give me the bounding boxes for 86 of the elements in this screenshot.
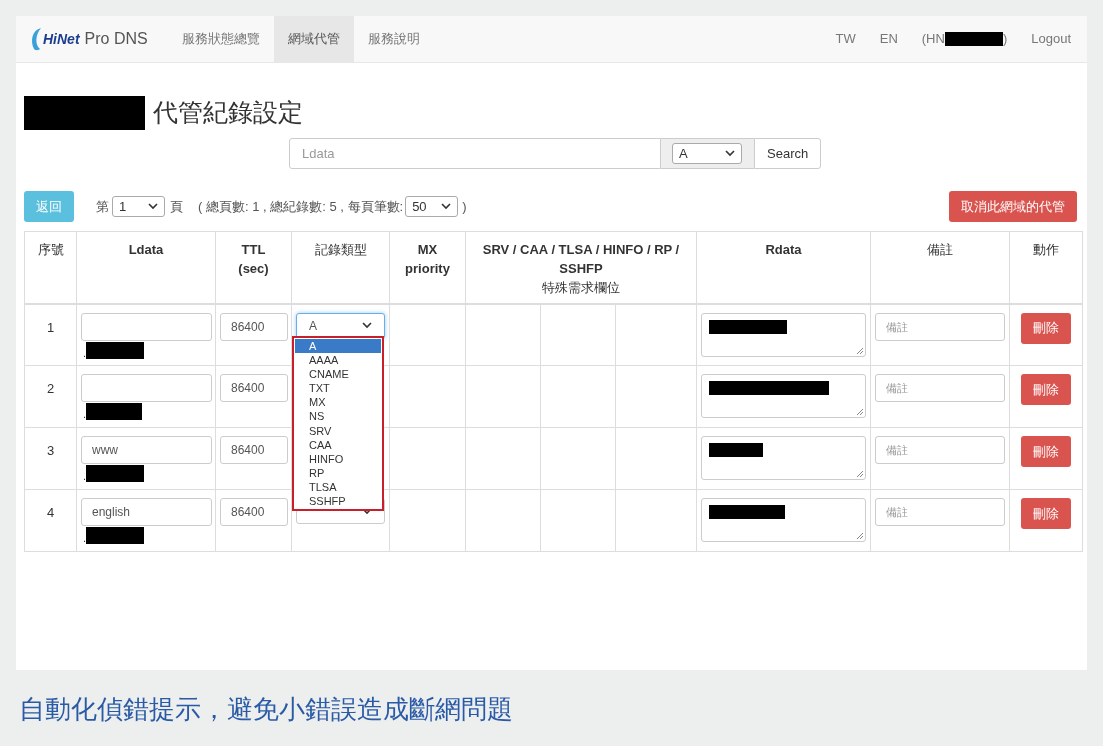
dropdown-option[interactable]: AAAA: [295, 353, 381, 368]
ttl-field[interactable]: 86400: [220, 498, 288, 526]
per-page-select[interactable]: 50: [405, 196, 459, 217]
redaction-bar: [86, 465, 145, 482]
dropdown-option[interactable]: HINFO: [295, 451, 381, 466]
dropdown-option[interactable]: TLSA: [295, 479, 381, 495]
redaction-bar: [86, 341, 145, 359]
redaction-bar: [86, 527, 145, 544]
row-number: 2: [46, 381, 55, 396]
ttl-field[interactable]: 86400: [220, 312, 288, 341]
chevron-down-icon: [441, 203, 452, 210]
note-field[interactable]: 備註: [875, 374, 1005, 402]
domain-dot: .: [83, 532, 87, 544]
row-number: 1: [46, 319, 55, 335]
row-number: 3: [46, 443, 55, 458]
page-label: 第: [96, 197, 109, 216]
column-header: 序號: [24, 231, 77, 304]
delete-button[interactable]: 刪除: [1021, 374, 1071, 405]
delete-button[interactable]: 刪除: [1021, 436, 1071, 467]
row-number: 4: [46, 505, 55, 520]
column-header: Ldata: [76, 231, 216, 304]
note-field[interactable]: 備註: [875, 436, 1005, 464]
subdomain-field[interactable]: [81, 312, 212, 341]
logo-text: HiNet: [43, 29, 80, 49]
column-header: 記錄類型: [291, 231, 390, 304]
dropdown-option[interactable]: CNAME: [295, 367, 381, 382]
cancel-hosting-button[interactable]: 取消此網域的代管: [949, 191, 1077, 222]
subdomain-field[interactable]: www: [81, 436, 212, 464]
summary-end: ): [462, 197, 467, 216]
redaction-bar: [944, 32, 1003, 46]
nav-link[interactable]: 服務說明: [353, 16, 434, 62]
column-header: MX priority: [389, 231, 466, 304]
resize-handle-icon: [856, 470, 863, 477]
caption: 自動化偵錯提示，避免小錯誤造成斷網問題: [18, 693, 514, 726]
rdata-textarea[interactable]: [701, 498, 866, 542]
ttl-field[interactable]: 86400: [220, 374, 288, 402]
resize-handle-icon: [856, 408, 863, 415]
search-button[interactable]: Search: [754, 138, 822, 169]
resize-handle-icon: [856, 532, 863, 539]
domain-dot: .: [83, 470, 87, 482]
dropdown-option[interactable]: RP: [295, 465, 381, 480]
subdomain-field[interactable]: english: [81, 498, 212, 526]
rdata-textarea[interactable]: [701, 436, 866, 480]
note-field[interactable]: 備註: [875, 312, 1005, 341]
logout-link[interactable]: Logout: [1019, 29, 1083, 49]
page-title: 代管紀錄設定: [153, 97, 303, 129]
dropdown-option[interactable]: A: [295, 339, 381, 354]
chevron-down-icon: [362, 322, 372, 329]
dropdown-option[interactable]: SRV: [295, 423, 381, 438]
type-select[interactable]: A: [672, 143, 742, 164]
column-header: 備註: [870, 231, 1010, 304]
column-header: TTL (sec): [215, 231, 292, 304]
domain-dot: .: [83, 346, 87, 359]
record-type-select[interactable]: A: [296, 312, 385, 339]
rdata-textarea[interactable]: [701, 312, 866, 357]
redaction-bar: [86, 403, 143, 420]
logo-swoosh-icon: [30, 27, 42, 51]
dropdown-option[interactable]: CAA: [295, 437, 381, 452]
page-label-end: 頁: [170, 197, 183, 216]
column-header: 動作: [1009, 231, 1083, 304]
nav-link[interactable]: 服務狀態總覽: [167, 16, 274, 62]
dropdown-option[interactable]: MX: [295, 395, 381, 410]
page-select[interactable]: 1: [112, 196, 165, 217]
domain-dot: .: [83, 408, 87, 420]
language-link[interactable]: TW: [823, 29, 868, 49]
column-header: SRV / CAA / TLSA / HINFO / RP / SSHFP 特殊需求欄位: [465, 231, 697, 304]
record-summary: ( 總頁數: 1 , 總紀錄數: 5 , 每頁筆數:: [198, 197, 404, 216]
user-label-end: ): [1002, 30, 1008, 49]
user-label: (HN: [921, 30, 945, 49]
chevron-down-icon: [148, 203, 158, 210]
language-link[interactable]: EN: [867, 29, 910, 49]
delete-button[interactable]: 刪除: [1021, 498, 1071, 529]
chevron-down-icon: [725, 150, 735, 157]
resize-handle-icon: [856, 346, 863, 354]
subdomain-field[interactable]: [81, 374, 212, 402]
delete-button[interactable]: 刪除: [1021, 312, 1071, 344]
column-header: Rdata: [696, 231, 871, 304]
product-name: Pro DNS: [84, 29, 148, 49]
dropdown-option[interactable]: TXT: [295, 381, 381, 396]
note-field[interactable]: 備註: [875, 498, 1005, 526]
ttl-field[interactable]: 86400: [220, 436, 288, 464]
rdata-textarea[interactable]: [701, 374, 866, 418]
dropdown-option[interactable]: NS: [295, 409, 381, 424]
redaction-bar: [709, 443, 763, 457]
nav-link[interactable]: 網域代管: [273, 16, 354, 62]
search-field[interactable]: Ldata: [289, 138, 661, 169]
